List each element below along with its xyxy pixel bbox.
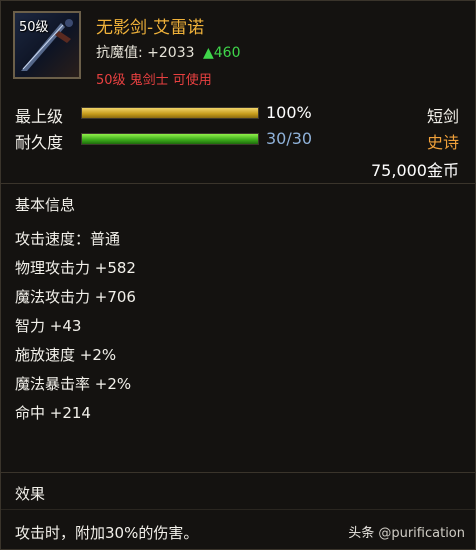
item-name: 无影剑-艾雷诺 xyxy=(96,18,205,38)
stat-line: 攻击速度：普通 xyxy=(15,230,121,248)
durability-label: 耐久度 xyxy=(15,133,64,152)
durability-bar-fill xyxy=(82,134,258,144)
upgrade-row: 最上级 100% 短剑 xyxy=(1,101,475,127)
resist-increase: ▲460 xyxy=(202,45,241,61)
tooltip-header: 50级 无影剑-艾雷诺 抗魔值: +2033 ▲460 50级 鬼剑士 可使用 xyxy=(1,1,475,101)
durability-row: 耐久度 30/30 史诗 xyxy=(1,127,475,153)
stat-line: 物理攻击力 +582 xyxy=(15,259,136,277)
stat-line: 智力 +43 xyxy=(15,317,82,335)
upgrade-label: 最上级 xyxy=(15,107,64,126)
basic-info-section: 基本信息 攻击速度：普通 物理攻击力 +582 魔法攻击力 +706 智力 +4… xyxy=(1,183,475,428)
resist-value: +2033 xyxy=(147,45,195,61)
upgrade-value: 100% xyxy=(266,103,312,122)
requirement-text: 50级 鬼剑士 可使用 xyxy=(96,73,212,88)
stat-line: 命中 +214 xyxy=(15,404,91,422)
watermark-prefix: 头条 xyxy=(348,526,375,541)
watermark-handle: @purification xyxy=(378,526,465,541)
price-text: 75,000金币 xyxy=(371,161,459,180)
resist-line: 抗魔值: +2033 ▲460 xyxy=(96,42,240,62)
rarity-label: 史诗 xyxy=(426,133,459,152)
upgrade-bar-fill xyxy=(82,108,258,118)
stat-line: 魔法攻击力 +706 xyxy=(15,288,136,306)
basic-info-title: 基本信息 xyxy=(15,196,76,214)
stats-list: 攻击速度：普通 物理攻击力 +582 魔法攻击力 +706 智力 +43 施放速… xyxy=(1,215,475,428)
stat-line: 魔法暴击率 +2% xyxy=(15,375,132,393)
item-level-badge: 50级 xyxy=(19,20,49,35)
resist-label: 抗魔值: xyxy=(96,45,143,61)
effect-divider xyxy=(1,509,475,510)
sword-icon: 50级 xyxy=(13,11,81,79)
item-tooltip: 50级 无影剑-艾雷诺 抗魔值: +2033 ▲460 50级 鬼剑士 可使用 … xyxy=(0,0,476,550)
upgrade-bar xyxy=(81,107,259,119)
watermark: 头条 @purification xyxy=(348,522,465,541)
stat-line: 施放速度 +2% xyxy=(15,346,117,364)
effect-text: 攻击时，附加30%的伤害。 xyxy=(15,524,199,542)
effect-title: 效果 xyxy=(15,485,46,503)
weapon-type: 短剑 xyxy=(426,107,459,126)
durability-value: 30/30 xyxy=(266,129,313,148)
durability-bar xyxy=(81,133,259,145)
price-row: 75,000金币 xyxy=(1,153,475,183)
effect-section: 效果 xyxy=(1,472,475,504)
